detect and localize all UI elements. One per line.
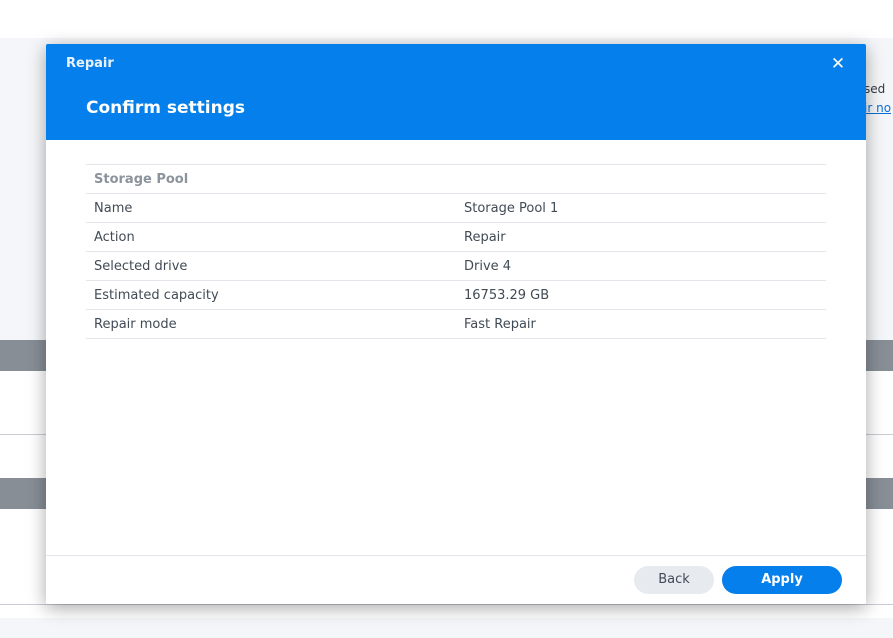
section-title: Storage Pool — [94, 171, 189, 187]
settings-row-key: Selected drive — [94, 258, 188, 274]
apply-button[interactable]: Apply — [722, 566, 842, 594]
dialog-window-title: Repair — [66, 56, 114, 71]
settings-row: Name Storage Pool 1 — [86, 193, 826, 223]
background-divider — [0, 604, 893, 605]
dialog-body: Storage Pool Name Storage Pool 1 Action Rep… — [86, 164, 826, 339]
settings-row-key: Name — [94, 200, 133, 216]
repair-dialog: Repair ✕ Confirm settings Storage Pool N… — [46, 44, 866, 604]
settings-row: Selected drive Drive 4 — [86, 251, 826, 281]
settings-row: Action Repair — [86, 222, 826, 252]
settings-row-value: Drive 4 — [464, 258, 512, 274]
background-text-fragment: sed — [864, 82, 886, 96]
settings-summary-table: Storage Pool Name Storage Pool 1 Action Rep… — [86, 164, 826, 339]
settings-row-key: Estimated capacity — [94, 287, 219, 303]
dialog-step-title: Confirm settings — [86, 98, 245, 118]
dialog-header: Repair ✕ Confirm settings — [46, 44, 866, 140]
settings-row-value: 16753.29 GB — [464, 287, 550, 303]
background-top-bar — [0, 0, 893, 38]
settings-row-value: Storage Pool 1 — [464, 200, 559, 216]
section-header-row: Storage Pool — [86, 164, 826, 194]
settings-row-key: Action — [94, 229, 135, 245]
settings-row: Repair mode Fast Repair — [86, 309, 826, 339]
dialog-footer: Back Apply — [46, 555, 866, 604]
settings-row: Estimated capacity 16753.29 GB — [86, 280, 826, 310]
background-link-fragment[interactable]: ir no — [864, 101, 891, 115]
settings-row-value: Fast Repair — [464, 316, 536, 332]
close-icon[interactable]: ✕ — [828, 53, 848, 75]
settings-row-value: Repair — [464, 229, 506, 245]
back-button[interactable]: Back — [634, 566, 714, 594]
settings-row-key: Repair mode — [94, 316, 177, 332]
background-bottom-strip — [0, 618, 893, 638]
